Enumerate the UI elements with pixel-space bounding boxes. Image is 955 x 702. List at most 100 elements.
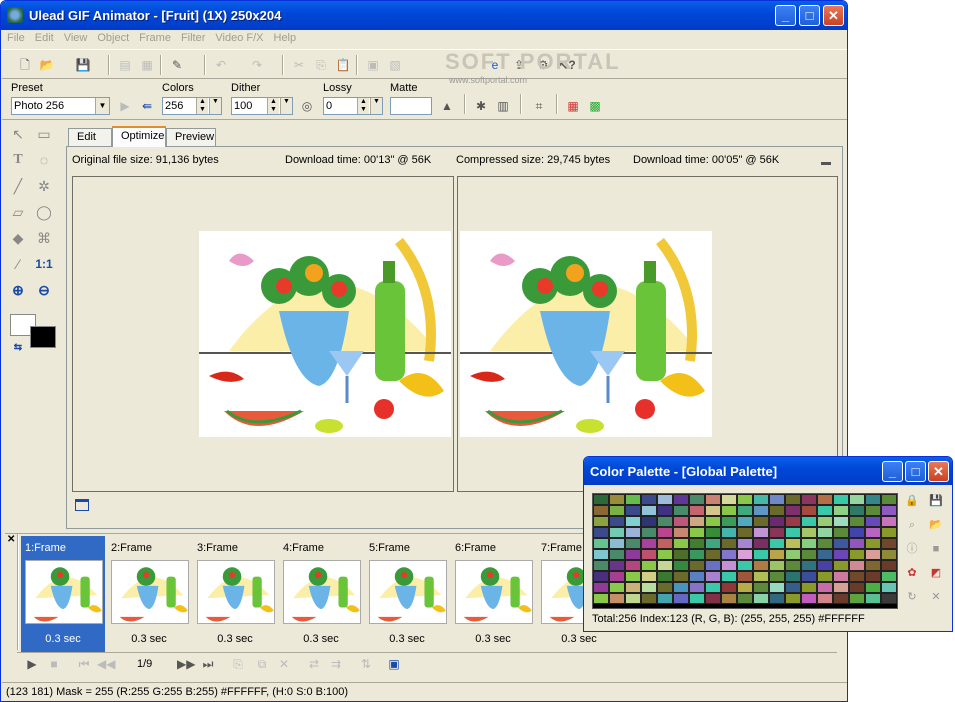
palette-swatch[interactable] bbox=[833, 549, 849, 560]
search-color-icon[interactable]: ⌕ bbox=[904, 517, 920, 533]
palette-swatch[interactable] bbox=[593, 494, 609, 505]
text-tool-icon[interactable]: T bbox=[8, 150, 28, 170]
lasso-tool-icon[interactable]: ◌ bbox=[34, 150, 54, 170]
frame-thumbnail[interactable]: 2:Frame 0.3 sec bbox=[107, 536, 191, 652]
palette-swatch[interactable] bbox=[801, 516, 817, 527]
colors-input[interactable]: 256 ▲ ▼ ▼ bbox=[162, 97, 222, 115]
palette-swatch[interactable] bbox=[721, 494, 737, 505]
palette-swatch[interactable] bbox=[705, 538, 721, 549]
zoom-in-icon[interactable]: ⊕ bbox=[8, 280, 28, 300]
redo-icon[interactable]: ↷ bbox=[248, 56, 266, 74]
palette-swatch[interactable] bbox=[817, 560, 833, 571]
palette-swatch[interactable] bbox=[721, 516, 737, 527]
palette-swatch[interactable] bbox=[657, 538, 673, 549]
palette-swatch[interactable] bbox=[769, 494, 785, 505]
menu-help[interactable]: Help bbox=[269, 30, 302, 44]
palette-swatch[interactable] bbox=[801, 560, 817, 571]
properties-icon[interactable]: ▧ bbox=[386, 56, 404, 74]
color-wheel-icon[interactable]: ✿ bbox=[904, 565, 920, 581]
ellipse-tool-icon[interactable]: ◯ bbox=[34, 202, 54, 222]
palette-swatch[interactable] bbox=[817, 549, 833, 560]
palette-swatch[interactable] bbox=[593, 538, 609, 549]
zoom-out-icon[interactable]: ⊖ bbox=[34, 280, 54, 300]
palette-swatch[interactable] bbox=[849, 560, 865, 571]
palette-swatch[interactable] bbox=[705, 571, 721, 582]
palette-swatch[interactable] bbox=[705, 560, 721, 571]
duplicate-frame-icon[interactable]: ⧉ bbox=[253, 655, 271, 673]
compare-icon[interactable]: ▥ bbox=[494, 97, 512, 115]
stop-icon[interactable]: ■ bbox=[45, 655, 63, 673]
palette-swatch[interactable] bbox=[881, 593, 897, 604]
palette-grid-icon[interactable]: ▩ bbox=[586, 97, 604, 115]
palette-swatch[interactable] bbox=[737, 549, 753, 560]
open-palette-icon[interactable]: 📂 bbox=[928, 517, 944, 533]
palette-swatch[interactable] bbox=[785, 505, 801, 516]
frame-delay[interactable]: 0.3 sec bbox=[21, 633, 105, 645]
background-color-swatch[interactable] bbox=[30, 326, 56, 348]
palette-swatch[interactable] bbox=[625, 560, 641, 571]
matte-color-input[interactable] bbox=[390, 97, 432, 115]
palette-swatch[interactable] bbox=[865, 549, 881, 560]
palette-swatch[interactable] bbox=[673, 582, 689, 593]
palette-swatch[interactable] bbox=[849, 593, 865, 604]
paste-icon[interactable]: 📋 bbox=[334, 56, 352, 74]
palette-swatch[interactable] bbox=[833, 560, 849, 571]
tab-edit[interactable]: Edit bbox=[68, 128, 112, 146]
banner-text-icon[interactable]: ⇉ bbox=[327, 655, 345, 673]
play-icon[interactable]: ▶ bbox=[23, 655, 41, 673]
palette-swatch[interactable] bbox=[833, 538, 849, 549]
palette-swatch[interactable] bbox=[881, 516, 897, 527]
palette-swatch[interactable] bbox=[881, 505, 897, 516]
frame-delay[interactable]: 0.3 sec bbox=[537, 633, 621, 645]
palette-swatch[interactable] bbox=[593, 582, 609, 593]
palette-swatch[interactable] bbox=[609, 571, 625, 582]
minimize-button[interactable]: _ bbox=[775, 5, 796, 26]
palette-swatch[interactable] bbox=[721, 571, 737, 582]
palette-swatch[interactable] bbox=[641, 494, 657, 505]
palette-swatch[interactable] bbox=[625, 538, 641, 549]
chevron-down-icon[interactable]: ▼ bbox=[209, 98, 221, 114]
palette-swatch[interactable] bbox=[641, 527, 657, 538]
palette-swatch[interactable] bbox=[801, 593, 817, 604]
chevron-down-icon[interactable]: ▼ bbox=[370, 98, 382, 114]
palette-swatch[interactable] bbox=[673, 527, 689, 538]
palette-swatch[interactable] bbox=[769, 593, 785, 604]
save-icon[interactable]: 💾 bbox=[74, 56, 92, 74]
pointer-tool-icon[interactable]: ↖ bbox=[8, 124, 28, 144]
palette-swatch[interactable] bbox=[705, 505, 721, 516]
palette-swatch[interactable] bbox=[753, 516, 769, 527]
tween-icon[interactable]: ⇄ bbox=[305, 655, 323, 673]
open-folder-icon[interactable]: 📂 bbox=[38, 56, 56, 74]
palette-swatch[interactable] bbox=[609, 505, 625, 516]
cut-icon[interactable]: ✂ bbox=[290, 56, 308, 74]
palette-swatch[interactable] bbox=[689, 560, 705, 571]
palette-icon[interactable]: ▦ bbox=[564, 97, 582, 115]
palette-swatch[interactable] bbox=[769, 505, 785, 516]
palette-swatch[interactable] bbox=[721, 560, 737, 571]
palette-swatch[interactable] bbox=[817, 582, 833, 593]
palette-swatch[interactable] bbox=[833, 527, 849, 538]
frame-thumbnail[interactable]: 5:Frame 0.3 sec bbox=[365, 536, 449, 652]
palette-swatch[interactable] bbox=[785, 538, 801, 549]
menu-view[interactable]: View bbox=[59, 30, 93, 44]
palette-swatch[interactable] bbox=[865, 527, 881, 538]
refresh-icon[interactable]: ↻ bbox=[904, 589, 920, 605]
palette-swatch[interactable] bbox=[849, 549, 865, 560]
palette-swatch[interactable] bbox=[849, 571, 865, 582]
palette-swatch[interactable] bbox=[833, 571, 849, 582]
menu-filter[interactable]: Filter bbox=[176, 30, 210, 44]
save-preset-icon[interactable]: ▶ bbox=[116, 97, 134, 115]
delete-frame-icon[interactable]: ✕ bbox=[275, 655, 293, 673]
first-frame-icon[interactable]: ⏮ bbox=[75, 655, 93, 673]
palette-swatch[interactable] bbox=[689, 494, 705, 505]
palette-swatch-grid[interactable] bbox=[592, 493, 898, 609]
palette-swatch[interactable] bbox=[625, 505, 641, 516]
palette-swatch[interactable] bbox=[641, 549, 657, 560]
palette-swatch[interactable] bbox=[737, 527, 753, 538]
menu-object[interactable]: Object bbox=[92, 30, 134, 44]
window-icon[interactable] bbox=[75, 499, 89, 511]
palette-swatch[interactable] bbox=[593, 593, 609, 604]
palette-swatch[interactable] bbox=[849, 494, 865, 505]
palette-swatch[interactable] bbox=[721, 527, 737, 538]
palette-swatch[interactable] bbox=[849, 582, 865, 593]
